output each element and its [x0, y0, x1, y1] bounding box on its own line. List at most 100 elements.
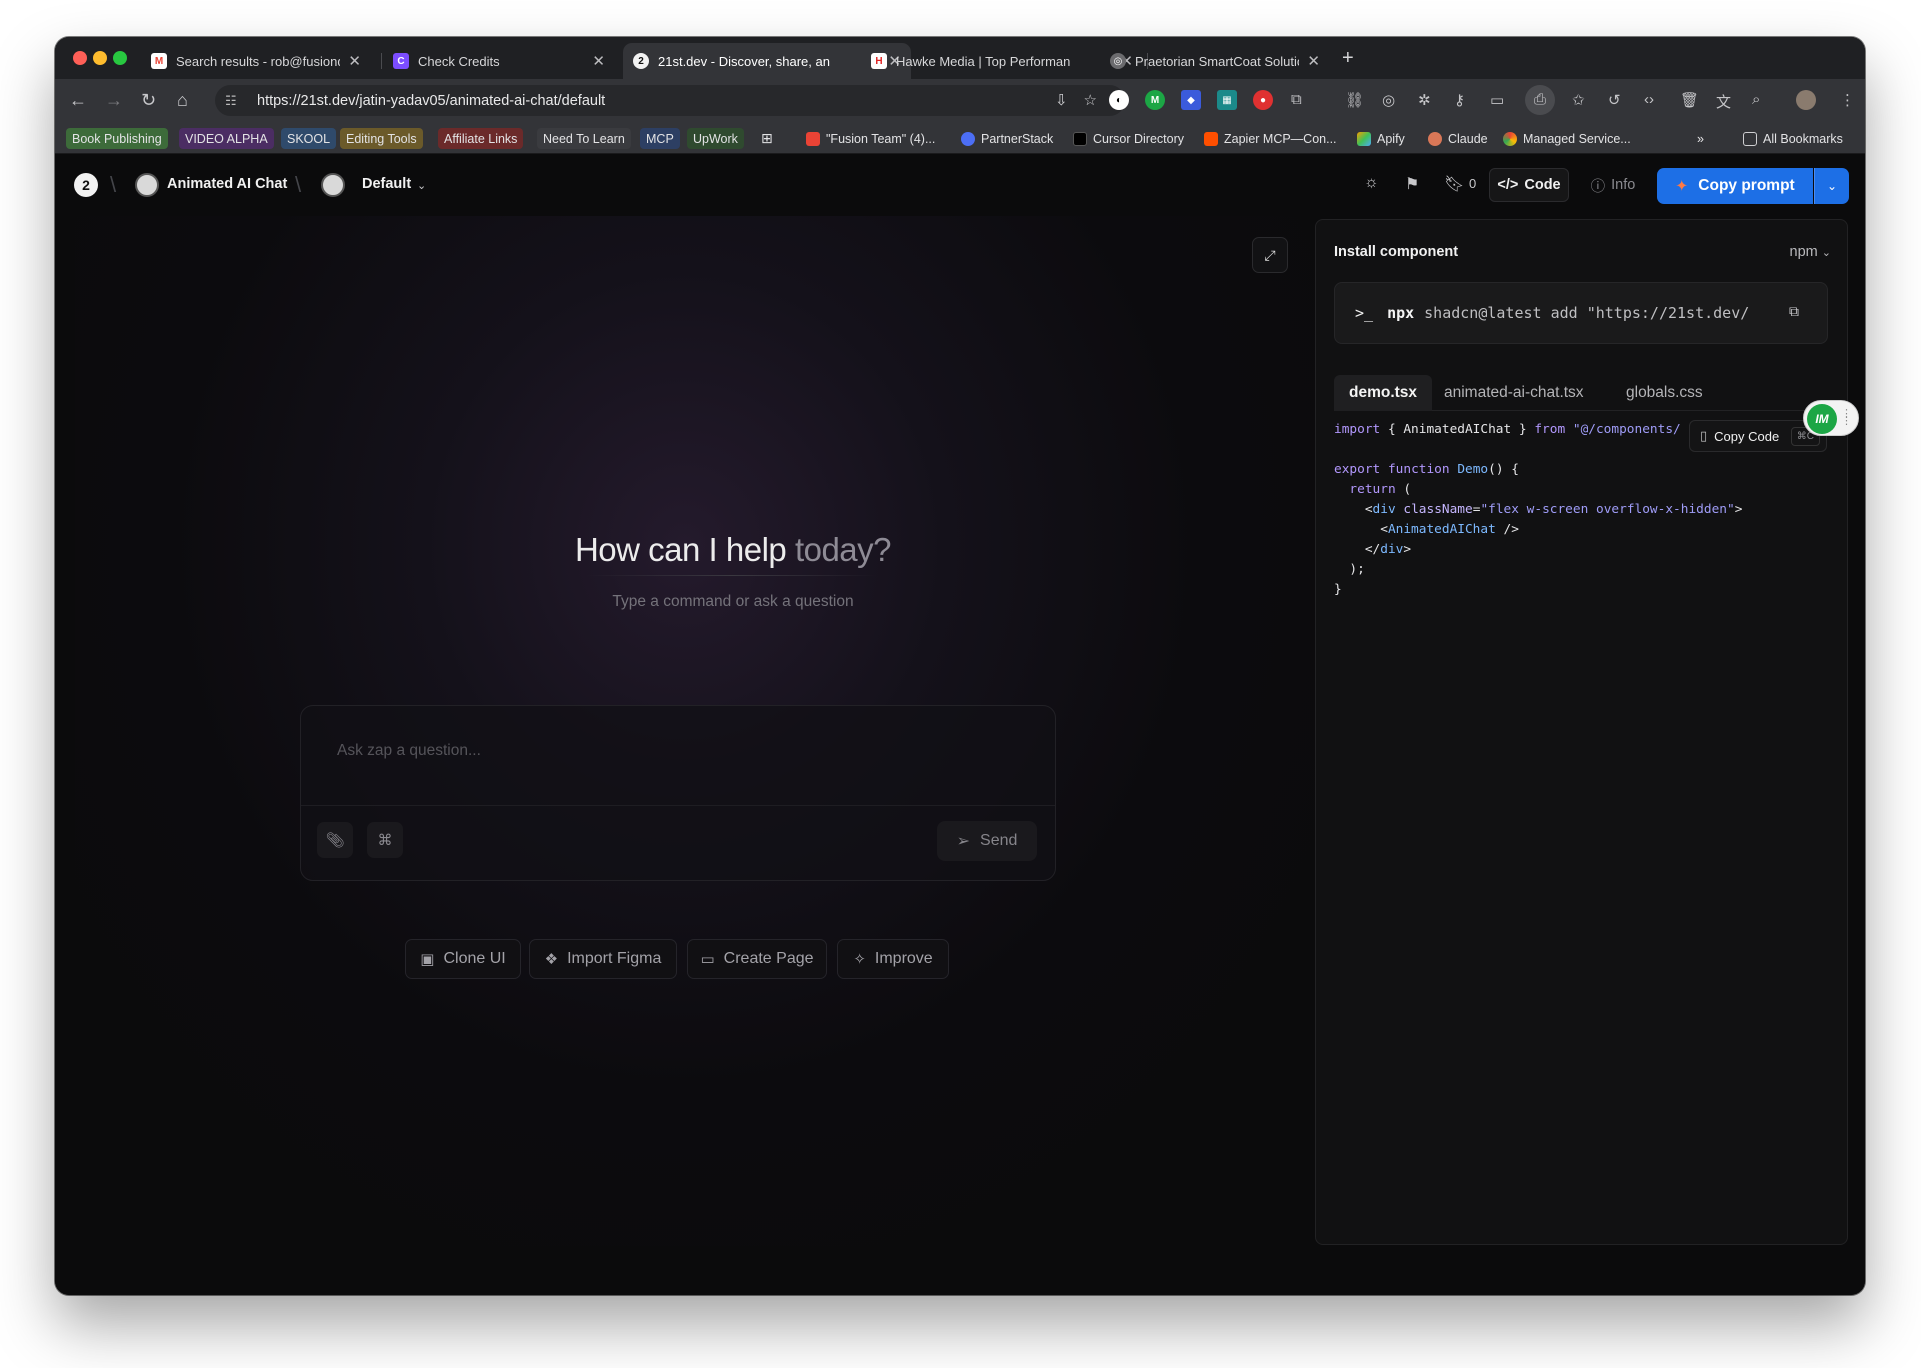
package-manager-select[interactable]: npm ⌄	[1790, 244, 1831, 260]
chevron-down-icon: ⌄	[1826, 179, 1838, 193]
browser-tab[interactable]: C Check Credits ✕	[383, 43, 615, 79]
url-text[interactable]: https://21st.dev/jatin-yadav05/animated-…	[257, 93, 605, 109]
command-icon: ⌘	[377, 832, 393, 849]
bookmark-link[interactable]: Claude	[1422, 128, 1494, 149]
bookmark-folder[interactable]: Book Publishing	[66, 128, 168, 149]
info-tab-button[interactable]: ⓘ Info	[1573, 168, 1653, 202]
install-and-star-icons[interactable]: ⇩☆	[1055, 91, 1113, 109]
camera-icon[interactable]: ◎	[1382, 91, 1395, 109]
pokeball-icon[interactable]: ●	[1253, 90, 1273, 110]
tab-animated-ai-chat-tsx[interactable]: animated-ai-chat.tsx	[1429, 375, 1599, 411]
extension-icon[interactable]: ◐	[1109, 90, 1129, 110]
bookmark-folder[interactable]: Affiliate Links	[438, 128, 524, 149]
install-command[interactable]: >_ npx shadcn@latest add "https://21st.d…	[1334, 282, 1828, 344]
flag-icon[interactable]: ⚑	[1405, 174, 1419, 194]
tab-globals-css[interactable]: globals.css	[1611, 375, 1718, 411]
code-token: div	[1372, 502, 1396, 517]
bookmark-folder[interactable]: SKOOL	[281, 128, 337, 149]
devices-icon[interactable]: ▭	[1490, 91, 1504, 109]
bookmark-link[interactable]: PartnerStack	[955, 128, 1059, 149]
site-settings-icon[interactable]: ☷	[225, 93, 245, 109]
command-text: shadcn@latest add "https://21st.dev/	[1424, 304, 1750, 322]
reload-icon[interactable]: ↻	[141, 90, 156, 111]
back-icon[interactable]: ←	[69, 90, 87, 111]
bookmark-link[interactable]: "Fusion Team" (4)...	[800, 128, 941, 149]
command-button[interactable]: ⌘	[367, 822, 403, 858]
im-extension-toggle[interactable]: IM ⋮ ⋮	[1803, 400, 1859, 436]
close-tab-icon[interactable]: ✕	[592, 52, 605, 70]
im-extension-icon[interactable]: M	[1145, 90, 1165, 110]
translate-icon[interactable]: 文	[1716, 91, 1731, 112]
theme-toggle-icon[interactable]: ☼	[1364, 174, 1379, 192]
bookmark-folder[interactable]: UpWork	[687, 128, 744, 149]
more-bookmarks-icon[interactable]: »	[1691, 128, 1710, 149]
clone-ui-button[interactable]: ▣ Clone UI	[405, 939, 521, 979]
copy-prompt-dropdown[interactable]: ⌄	[1814, 168, 1849, 204]
bookmark-folder[interactable]: Editing Tools	[340, 128, 423, 149]
forward-icon[interactable]: →	[105, 90, 123, 111]
code-token: className	[1403, 502, 1473, 517]
search-page-icon[interactable]: ⌕	[1752, 91, 1760, 108]
bookmark-link[interactable]: Cursor Directory	[1067, 128, 1190, 149]
close-tab-icon[interactable]: ✕	[348, 52, 361, 70]
copy-code-label: Copy Code	[1714, 428, 1780, 444]
puzzle-icon[interactable]: ⧉	[1291, 91, 1302, 108]
bookmark-link[interactable]: Apify	[1351, 128, 1411, 149]
code-tab-button[interactable]: </> Code	[1489, 168, 1569, 202]
history-icon[interactable]: ↺	[1608, 91, 1621, 109]
create-page-button[interactable]: ▭ Create Page	[687, 939, 827, 979]
close-tab-icon[interactable]: ✕	[1307, 52, 1320, 70]
attach-button[interactable]: 📎︎	[317, 822, 353, 858]
close-window-button[interactable]	[73, 51, 87, 65]
variant-selector[interactable]: Default	[362, 176, 411, 192]
chat-input-box[interactable]: Ask zap a question... 📎︎ ⌘ ➢ Send	[300, 705, 1056, 881]
code-icon[interactable]: ‹›	[1644, 91, 1654, 108]
cursor-icon	[1073, 131, 1087, 146]
author-avatar[interactable]	[135, 173, 159, 197]
avatar[interactable]	[1796, 90, 1816, 110]
zapier-icon	[1204, 131, 1218, 146]
drag-handle-icon[interactable]: ⋮ ⋮	[1841, 409, 1852, 427]
star-list-icon[interactable]: ✩	[1572, 91, 1585, 109]
info-icon: ⓘ	[1590, 178, 1606, 195]
extension-icon[interactable]: ◆	[1181, 90, 1201, 110]
claude-icon	[1428, 131, 1442, 146]
maximize-window-button[interactable]	[113, 51, 127, 65]
improve-button[interactable]: ✧ Improve	[837, 939, 949, 979]
omnibox[interactable]: ☷ https://21st.dev/jatin-yadav05/animate…	[215, 85, 1125, 116]
trash-icon[interactable]: 🗑	[1680, 91, 1699, 109]
send-button[interactable]: ➢ Send	[937, 821, 1037, 861]
home-icon[interactable]: ⌂	[177, 90, 188, 111]
bookmark-label: Managed Service...	[1523, 131, 1631, 146]
sparkles-icon: ✧	[853, 951, 866, 968]
new-tab-icon[interactable]: +	[1342, 47, 1354, 70]
copy-prompt-button[interactable]: ✦ Copy prompt	[1657, 168, 1813, 204]
menu-icon[interactable]: ⋮	[1840, 91, 1855, 109]
chat-input-placeholder[interactable]: Ask zap a question...	[337, 742, 481, 760]
component-name[interactable]: Animated AI Chat	[167, 176, 287, 192]
browser-tab[interactable]: ◎ Praetorian SmartCoat Solutio ✕	[1100, 43, 1330, 79]
print-icon[interactable]: ⎙	[1525, 85, 1555, 115]
bookmark-link[interactable]: Managed Service...	[1497, 128, 1637, 149]
all-bookmarks[interactable]: All Bookmarks	[1737, 128, 1849, 149]
bug-icon[interactable]: ✲	[1418, 91, 1431, 109]
bookmark-label: UpWork	[693, 131, 738, 146]
link-icon[interactable]: ⛓	[1345, 91, 1364, 109]
bookmark-link[interactable]: Zapier MCP—Con...	[1198, 128, 1343, 149]
monitor-icon: ▭	[700, 951, 715, 968]
expand-icon[interactable]: ⤢	[1252, 237, 1288, 273]
key-icon[interactable]: ⚷	[1454, 91, 1465, 109]
21st-logo-icon[interactable]: 2	[74, 173, 98, 197]
bookmark-folder[interactable]: Need To Learn	[537, 128, 631, 149]
chevron-down-icon[interactable]: ⌄	[417, 179, 426, 192]
apps-icon[interactable]: ⊞	[755, 128, 779, 149]
bookmark-folder[interactable]: MCP	[640, 128, 680, 149]
bookmark-icon[interactable]: 🔖︎	[1444, 174, 1464, 194]
tab-demo-tsx[interactable]: demo.tsx	[1334, 375, 1433, 411]
minimize-window-button[interactable]	[93, 51, 107, 65]
extension-icon[interactable]: ▦	[1217, 90, 1237, 110]
import-figma-button[interactable]: ❖ Import Figma	[529, 939, 677, 979]
browser-tab[interactable]: M Search results - rob@fusiond ✕	[141, 43, 371, 79]
copy-icon[interactable]: ⧉	[1789, 304, 1799, 320]
bookmark-folder[interactable]: VIDEO ALPHA	[179, 128, 274, 149]
